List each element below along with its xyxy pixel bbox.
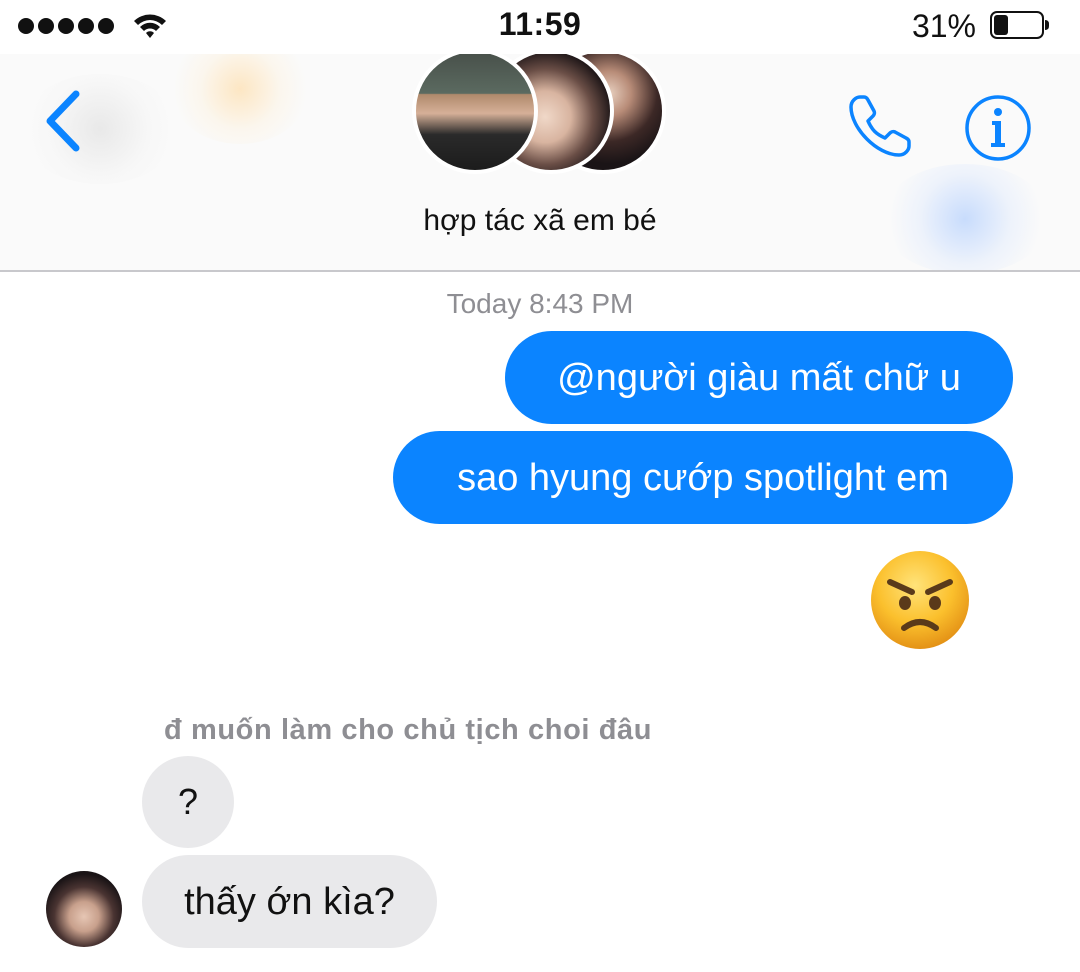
outgoing-message-bubble[interactable]: sao hyung cướp spotlight em [393, 431, 1013, 524]
conversation-header: hợp tác xã em bé [0, 54, 1080, 272]
background-blur [170, 54, 310, 144]
info-button[interactable] [963, 93, 1033, 163]
call-button[interactable] [846, 92, 914, 160]
outgoing-message-bubble[interactable]: @người giàu mất chữ u [505, 331, 1013, 424]
angry-face-emoji[interactable] [868, 548, 972, 652]
quoted-reply-text: đ muốn làm cho chủ tịch choi đâu [164, 714, 653, 746]
chevron-left-icon [46, 90, 80, 152]
group-avatar-stack[interactable] [412, 54, 672, 178]
sender-avatar[interactable] [46, 871, 122, 947]
incoming-message-bubble[interactable]: thấy ớn kìa? [142, 855, 437, 948]
group-name[interactable]: hợp tác xã em bé [0, 204, 1080, 238]
battery-icon [990, 11, 1049, 39]
incoming-message-bubble[interactable]: ? [142, 756, 234, 848]
status-bar: 11:59 31% [0, 0, 1080, 54]
battery-percentage: 31% [911, 8, 976, 44]
back-button[interactable] [40, 88, 88, 154]
phone-icon [849, 95, 911, 157]
info-icon [994, 108, 1002, 116]
message-timestamp: Today 8:43 PM [446, 288, 634, 319]
